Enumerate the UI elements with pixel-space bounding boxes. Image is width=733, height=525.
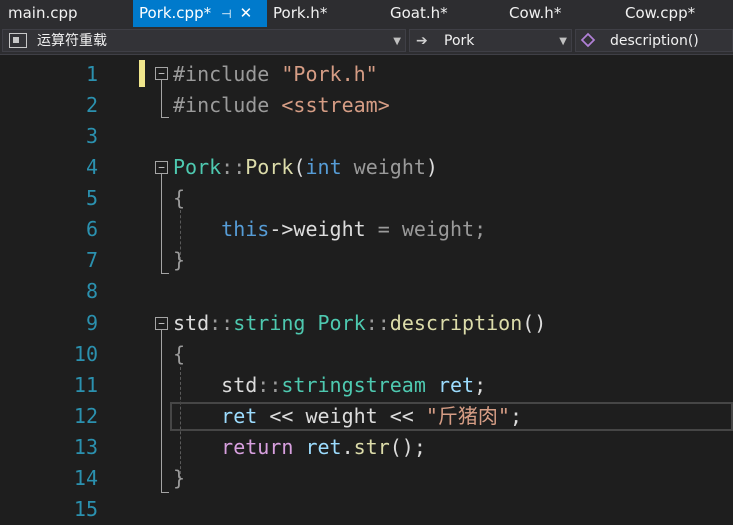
code-text: { — [173, 342, 186, 366]
code-line: 13 return ret.str(); — [0, 432, 733, 463]
tab-pork-h[interactable]: Pork.h* — [273, 0, 327, 27]
chevron-down-icon: ▼ — [559, 36, 567, 47]
code-text: return ret.str(); — [221, 435, 426, 459]
project-dropdown[interactable]: 运算符重载 ▼ — [2, 29, 406, 52]
code-line: 5 { — [0, 183, 733, 214]
code-line: 9 std::string Pork::description() — [0, 308, 733, 339]
tab-label: Cow.cpp* — [625, 4, 696, 22]
member-cube-icon — [580, 32, 596, 48]
include-path: "Pork.h" — [281, 62, 378, 86]
code-line: 15 — [0, 494, 733, 525]
line-number: 15 — [73, 497, 98, 521]
line-number: 13 — [73, 435, 98, 459]
close-icon[interactable]: ✕ — [240, 4, 253, 22]
code-line: 8 — [0, 276, 733, 307]
code-line: 11 std::stringstream ret; — [0, 370, 733, 401]
chevron-down-icon: ▼ — [393, 36, 401, 47]
line-number: 12 — [73, 404, 98, 428]
project-name: 运算符重载 — [37, 33, 107, 49]
code-line: 7 } — [0, 245, 733, 276]
code-line: 12 ret << weight << "斤猪肉"; — [0, 401, 733, 432]
line-number: 3 — [85, 124, 98, 148]
line-number: 9 — [85, 311, 98, 335]
tab-label: Cow.h* — [509, 4, 562, 22]
code-line: 2 #include <sstream> — [0, 90, 733, 121]
member-name: description() — [610, 33, 699, 49]
line-number: 7 — [85, 248, 98, 272]
tab-goat-h[interactable]: Goat.h* — [390, 0, 448, 27]
code-line: 4 Pork::Pork(int weight) — [0, 152, 733, 183]
member-dropdown[interactable]: description() — [575, 29, 733, 52]
line-number: 10 — [73, 342, 98, 366]
code-text: this->weight = weight; — [221, 217, 487, 241]
tab-label: Pork.cpp* — [139, 4, 212, 22]
code-line: 3 — [0, 121, 733, 152]
tab-cow-cpp[interactable]: Cow.cpp* — [625, 0, 695, 27]
code-line: 1 #include "Pork.h" — [0, 59, 733, 90]
code-line: 14 } — [0, 463, 733, 494]
tab-cow-h[interactable]: Cow.h* — [509, 0, 561, 27]
navigation-bar: 运算符重载 ▼ ➔ Pork ▼ description() — [0, 27, 733, 55]
code-text: #include <sstream> — [173, 93, 390, 117]
line-number: 4 — [85, 155, 98, 179]
line-number: 11 — [73, 373, 98, 397]
document-tab-strip: main.cpp Pork.cpp* ⊣ ✕ Pork.h* Goat.h* Cow… — [0, 0, 733, 27]
line-number: 2 — [85, 93, 98, 117]
code-text: #include "Pork.h" — [173, 62, 378, 86]
tab-main-cpp[interactable]: main.cpp — [8, 0, 78, 27]
line-number: 14 — [73, 466, 98, 490]
code-line: 10 { — [0, 339, 733, 370]
project-icon — [9, 33, 27, 48]
code-text: std::string Pork::description() — [173, 311, 547, 335]
code-editor[interactable]: − − − 1 #include "Pork.h" 2 #include <ss… — [0, 55, 733, 521]
code-line: 6 this->weight = weight; — [0, 214, 733, 245]
scope-arrow-icon: ➔ — [416, 33, 428, 49]
scope-dropdown[interactable]: ➔ Pork ▼ — [409, 29, 572, 52]
code-text: } — [173, 248, 186, 272]
tab-label: Pork.h* — [273, 4, 328, 22]
code-text: { — [173, 186, 186, 210]
code-text: ret << weight << "斤猪肉"; — [221, 404, 523, 428]
line-number: 1 — [85, 62, 98, 86]
code-text: std::stringstream ret; — [173, 373, 487, 397]
pin-icon[interactable]: ⊣ — [221, 7, 231, 21]
scope-name: Pork — [444, 33, 475, 49]
line-number: 8 — [85, 279, 98, 303]
line-number: 5 — [85, 186, 98, 210]
line-number: 6 — [85, 217, 98, 241]
tab-label: main.cpp — [8, 4, 78, 22]
code-text: Pork::Pork(int weight) — [173, 155, 438, 179]
tab-label: Goat.h* — [390, 4, 448, 22]
tab-pork-cpp[interactable]: Pork.cpp* ⊣ ✕ — [133, 0, 267, 27]
code-text: } — [173, 466, 186, 490]
